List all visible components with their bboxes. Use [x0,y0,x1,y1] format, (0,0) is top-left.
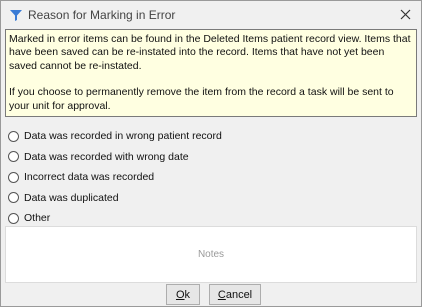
marking-in-error-dialog: Reason for Marking in Error Marked in er… [0,0,422,307]
info-notice: Marked in error items can be found in th… [5,29,417,117]
dialog-title: Reason for Marking in Error [28,8,176,22]
option-label: Data was duplicated [24,191,119,204]
radio-button[interactable] [8,212,19,224]
ok-mnemonic: O [175,288,185,301]
radio-button[interactable] [8,192,19,204]
radio-button[interactable] [8,130,19,142]
option-label: Data was recorded in wrong patient recor… [24,130,222,143]
title-bar[interactable]: Reason for Marking in Error [1,1,421,29]
close-icon [400,9,410,20]
funnel-app-icon [10,10,22,21]
reason-options: Data was recorded in wrong patient recor… [8,126,408,229]
reason-option-incorrect-data[interactable]: Incorrect data was recorded [8,167,408,188]
notes-field[interactable] [5,226,417,283]
radio-button[interactable] [8,151,19,163]
cancel-label-rest: ancel [225,288,253,301]
option-label: Data was recorded with wrong date [24,150,189,163]
cancel-mnemonic: C [217,288,226,301]
cancel-button[interactable]: Cancel [209,284,261,305]
radio-button[interactable] [8,171,19,183]
close-button[interactable] [395,5,415,25]
ok-label-rest: k [184,288,191,301]
option-label: Other [24,212,51,225]
ok-button[interactable]: Ok [166,284,200,305]
option-label: Incorrect data was recorded [24,171,155,184]
reason-option-wrong-date[interactable]: Data was recorded with wrong date [8,147,408,168]
notice-paragraph-2: If you choose to permanently remove the … [9,86,394,112]
reason-option-wrong-patient[interactable]: Data was recorded in wrong patient recor… [8,126,408,147]
notice-paragraph-1: Marked in error items can be found in th… [9,33,411,72]
reason-option-duplicated[interactable]: Data was duplicated [8,188,408,209]
